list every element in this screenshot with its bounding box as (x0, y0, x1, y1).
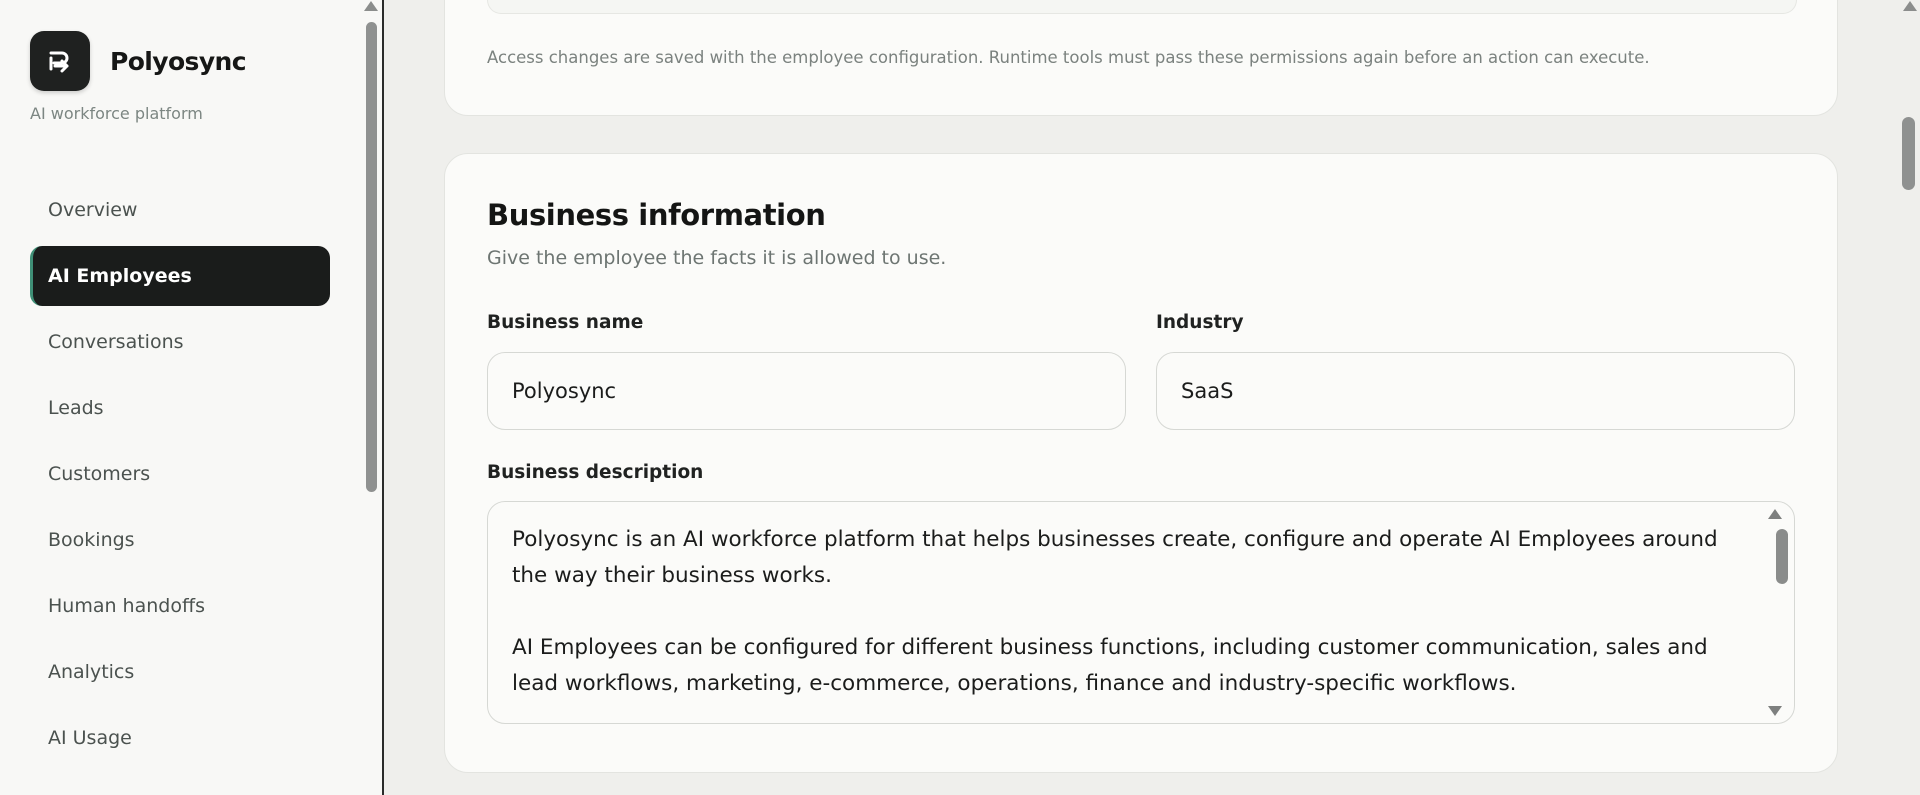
sidebar-scrollbar-thumb[interactable] (366, 22, 377, 492)
sidebar-item-overview[interactable]: Overview (30, 180, 330, 240)
sidebar-nav: Overview AI Employees Conversations Lead… (30, 180, 330, 774)
access-card: Access changes are saved with the employ… (444, 0, 1838, 116)
access-note: Access changes are saved with the employ… (487, 48, 1650, 67)
description-paragraph: AI Employees can be configured for diffe… (512, 635, 1708, 696)
sidebar-item-ai-employees[interactable]: AI Employees (30, 246, 330, 306)
section-title: Business information (487, 198, 826, 232)
business-description-label: Business description (487, 462, 704, 483)
business-description-textarea[interactable]: Polyosync is an AI workforce platform th… (487, 501, 1795, 724)
sidebar-item-analytics[interactable]: Analytics (30, 642, 330, 702)
business-description-text: Polyosync is an AI workforce platform th… (512, 522, 1742, 723)
polyosync-logo-icon (30, 31, 90, 91)
sidebar-item-human-handoffs[interactable]: Human handoffs (30, 576, 330, 636)
description-paragraph: Polyosync is an AI workforce platform th… (512, 527, 1718, 588)
logo-glyph-icon (49, 51, 69, 73)
access-permissions-panel (487, 0, 1797, 14)
sidebar-item-bookings[interactable]: Bookings (30, 510, 330, 570)
brand-tagline: AI workforce platform (30, 104, 203, 123)
business-name-label: Business name (487, 312, 644, 333)
page-scroll-up-arrow[interactable] (1903, 1, 1917, 11)
brand[interactable]: Polyosync (30, 31, 247, 91)
page-scrollbar-thumb[interactable] (1902, 117, 1915, 190)
sidebar-item-leads[interactable]: Leads (30, 378, 330, 438)
business-information-card: Business information Give the employee t… (444, 153, 1838, 773)
industry-input[interactable] (1156, 352, 1795, 430)
industry-label: Industry (1156, 312, 1244, 333)
brand-name: Polyosync (110, 46, 247, 76)
textarea-scroll-down-arrow[interactable] (1768, 706, 1782, 716)
sidebar: Polyosync AI workforce platform Overview… (0, 0, 384, 795)
section-subtitle: Give the employee the facts it is allowe… (487, 247, 947, 269)
textarea-scrollbar-thumb[interactable] (1776, 529, 1788, 584)
sidebar-item-conversations[interactable]: Conversations (30, 312, 330, 372)
sidebar-scroll-up-arrow[interactable] (364, 1, 378, 11)
business-name-input[interactable] (487, 352, 1126, 430)
sidebar-item-ai-usage[interactable]: AI Usage (30, 708, 330, 768)
main-content: Access changes are saved with the employ… (386, 0, 1900, 795)
textarea-scroll-up-arrow[interactable] (1768, 509, 1782, 519)
sidebar-item-customers[interactable]: Customers (30, 444, 330, 504)
